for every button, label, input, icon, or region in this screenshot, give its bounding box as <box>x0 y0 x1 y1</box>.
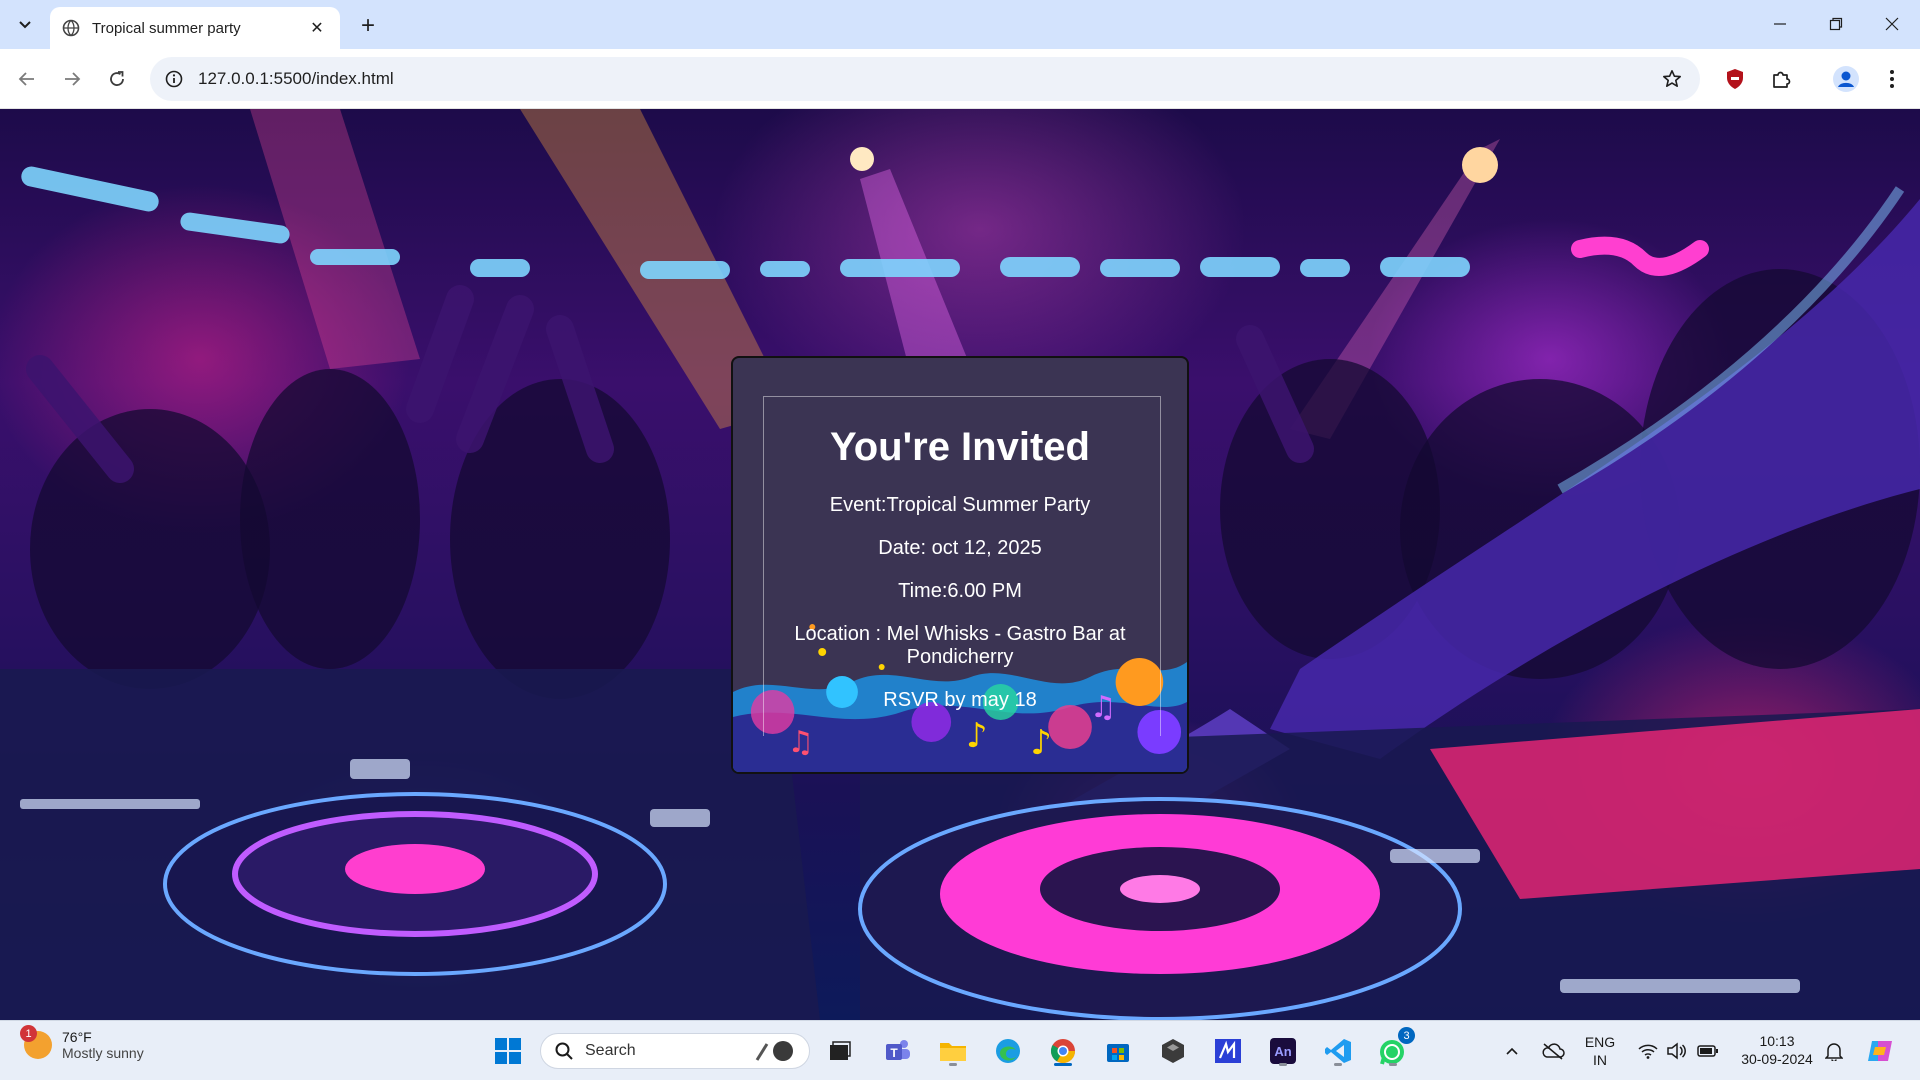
unity-icon <box>1162 1039 1184 1063</box>
cloud-offline-icon <box>1542 1043 1565 1060</box>
start-button[interactable] <box>490 1033 526 1069</box>
profile-avatar-icon[interactable] <box>1830 63 1862 95</box>
mathcad-icon <box>1215 1039 1241 1063</box>
weather-badge: 1 <box>20 1025 37 1042</box>
running-indicator <box>1334 1063 1342 1066</box>
weather-condition: Mostly sunny <box>62 1045 144 1061</box>
globe-icon <box>62 19 80 37</box>
folder-icon <box>940 1043 966 1061</box>
location-text: Location : Mel Whisks - Gastro Bar at Po… <box>794 623 1126 668</box>
speaker-icon <box>1667 1042 1686 1060</box>
onedrive-button[interactable] <box>1535 1033 1571 1069</box>
microsoft-store-app[interactable] <box>1100 1033 1136 1069</box>
task-view-button[interactable] <box>822 1033 858 1069</box>
animate-icon: An <box>1270 1038 1296 1064</box>
new-tab-button[interactable]: + <box>352 10 384 42</box>
reload-icon <box>110 71 124 86</box>
browser-tab[interactable]: Tropical summer party ✕ <box>50 7 340 49</box>
search-highlight-icon <box>755 1041 793 1061</box>
whatsapp-app[interactable]: 3 <box>1375 1027 1415 1069</box>
invitation-heading: You're Invited <box>830 425 1090 469</box>
clock-date: 30-09-2024 <box>1741 1051 1813 1067</box>
vscode-icon <box>1325 1039 1351 1063</box>
edge-icon <box>996 1039 1020 1063</box>
event-text: Event:Tropical Summer Party <box>829 494 1091 516</box>
show-hidden-icons-button[interactable] <box>1494 1033 1530 1069</box>
weather-widget[interactable]: 1 76°F Mostly sunny <box>20 1025 144 1061</box>
chrome-app[interactable] <box>1045 1033 1081 1069</box>
bell-icon <box>1825 1043 1843 1061</box>
restore-button[interactable] <box>1808 0 1864 48</box>
minimize-button[interactable] <box>1752 0 1808 48</box>
page-viewport: ♪ ♪ ♫ ♫ You're Invited Event:Tropical Su… <box>0 109 1920 1020</box>
tab-title: Tropical summer party <box>92 19 241 37</box>
vscode-app[interactable] <box>1320 1033 1356 1069</box>
back-arrow-icon <box>18 72 34 86</box>
animate-app[interactable]: An <box>1265 1033 1301 1069</box>
search-label: Search <box>585 1042 636 1059</box>
volume-button[interactable] <box>1658 1033 1694 1069</box>
windows-logo-icon <box>495 1038 521 1064</box>
wifi-icon <box>1638 1044 1658 1059</box>
active-indicator <box>1054 1063 1072 1066</box>
address-bar[interactable]: 127.0.0.1:5500/index.html <box>150 57 1700 101</box>
close-window-button[interactable] <box>1864 0 1920 48</box>
teams-icon: T <box>886 1040 910 1060</box>
tab-strip: Tropical summer party ✕ + <box>0 0 1920 49</box>
bookmark-star-icon[interactable] <box>1662 69 1682 89</box>
copilot-icon <box>1868 1041 1892 1061</box>
file-explorer-app[interactable] <box>935 1033 971 1069</box>
clock-time: 10:13 <box>1759 1033 1795 1049</box>
store-icon <box>1107 1044 1129 1062</box>
running-indicator <box>949 1063 957 1066</box>
region-code: IN <box>1593 1052 1607 1068</box>
battery-button[interactable] <box>1690 1033 1726 1069</box>
teams-app[interactable]: T <box>880 1033 916 1069</box>
extensions-puzzle-icon[interactable] <box>1765 63 1797 95</box>
weather-sun-icon: 1 <box>20 1025 52 1059</box>
whatsapp-badge: 3 <box>1398 1027 1415 1044</box>
search-icon <box>555 1042 573 1060</box>
clock[interactable]: 10:13 30-09-2024 <box>1732 1032 1822 1068</box>
shield-extension-icon[interactable] <box>1719 63 1751 95</box>
browser-menu-icon[interactable] <box>1876 63 1908 95</box>
copilot-button[interactable] <box>1862 1033 1898 1069</box>
date-text: Date: oct 12, 2025 <box>878 537 1042 559</box>
chevron-down-icon <box>19 21 31 29</box>
mathcad-app[interactable] <box>1210 1033 1246 1069</box>
windows-taskbar: 1 76°F Mostly sunny Search T An 3 ENG IN… <box>0 1020 1920 1080</box>
url-text[interactable]: 127.0.0.1:5500/index.html <box>198 69 394 89</box>
weather-temperature: 76°F <box>62 1029 92 1045</box>
forward-button[interactable] <box>54 61 90 97</box>
taskbar-search[interactable]: Search <box>540 1033 810 1069</box>
chrome-icon <box>1050 1039 1075 1064</box>
site-info-icon[interactable] <box>164 69 184 89</box>
svg-text:An: An <box>1274 1044 1291 1059</box>
invitation-card: ♪ ♪ ♫ ♫ You're Invited Event:Tropical Su… <box>731 356 1189 774</box>
forward-arrow-icon <box>65 72 81 86</box>
language-code: ENG <box>1584 1034 1616 1050</box>
chevron-up-icon <box>1506 1047 1518 1055</box>
unity-app[interactable] <box>1155 1033 1191 1069</box>
running-indicator <box>1389 1063 1397 1066</box>
edge-app[interactable] <box>990 1033 1026 1069</box>
close-tab-icon[interactable]: ✕ <box>306 17 328 39</box>
input-language[interactable]: ENG IN <box>1580 1033 1620 1069</box>
minimize-icon <box>1774 23 1786 25</box>
svg-text:T: T <box>890 1046 898 1060</box>
reload-button[interactable] <box>99 61 135 97</box>
notifications-button[interactable] <box>1816 1033 1852 1069</box>
close-icon <box>1885 17 1899 31</box>
back-button[interactable] <box>9 61 45 97</box>
restore-icon <box>1829 17 1843 31</box>
card-content: You're Invited Event:Tropical Summer Par… <box>733 358 1187 772</box>
tab-search-button[interactable] <box>8 10 42 40</box>
time-text: Time:6.00 PM <box>898 580 1022 602</box>
battery-icon <box>1697 1045 1718 1057</box>
running-indicator <box>1279 1063 1287 1066</box>
browser-toolbar: 127.0.0.1:5500/index.html <box>0 49 1920 109</box>
task-view-icon <box>830 1041 851 1060</box>
rsvp-text: RSVR by may 18 <box>883 689 1037 711</box>
